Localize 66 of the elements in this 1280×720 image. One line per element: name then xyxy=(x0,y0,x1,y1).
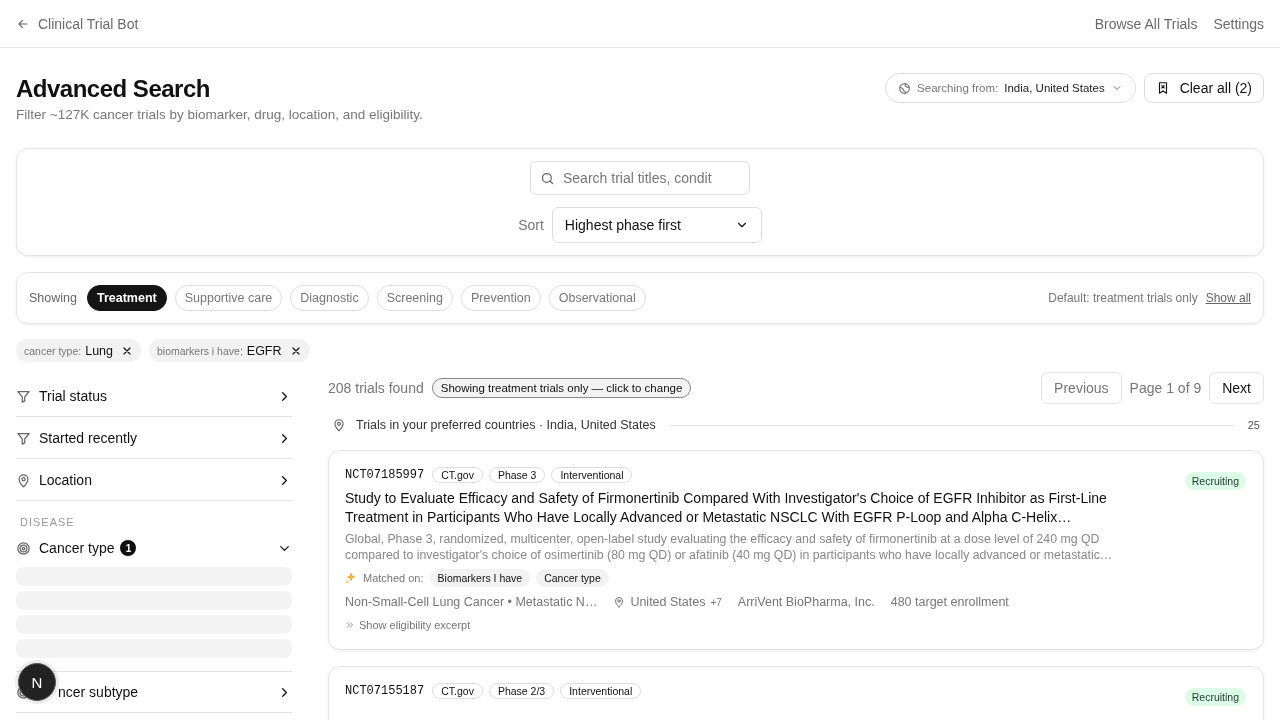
show-all-link[interactable]: Show all xyxy=(1205,291,1251,305)
trial-location: United States xyxy=(630,595,706,609)
match-chip: Biomarkers I have xyxy=(429,569,531,587)
location-value: India, United States xyxy=(1004,82,1105,94)
type-chip[interactable]: Screening xyxy=(376,285,453,311)
trial-summary: Global, Phase 3, randomized, multicenter, open-label study evaluating the efficacy and safety of firmonertinib at a dose level of 240 mg QD compared to investigator's choice of osimertinib (80 mg QD) or afatinib (40 mg QD) in participants who have locally advanced or metastatic… xyxy=(345,531,1114,563)
more-locations-count: +7 xyxy=(710,596,722,608)
sort-label: Sort xyxy=(518,217,544,233)
sparkle-icon xyxy=(345,572,357,584)
search-field[interactable]: Search trial titles, condit xyxy=(530,161,750,195)
trial-enrollment: 480 target enrollment xyxy=(890,595,1009,609)
page-subtitle: Filter ~127K cancer trials by biomarker, drug, location, and eligibility. xyxy=(16,107,423,122)
filter-label: Trial status xyxy=(39,388,107,404)
default-note: Default: treatment trials only xyxy=(1048,291,1198,305)
type-chip[interactable]: Prevention xyxy=(460,285,541,311)
matched-label: Matched on: xyxy=(363,572,424,584)
status-badge: Recruiting xyxy=(1184,688,1246,706)
globe-icon xyxy=(898,81,912,95)
app-title[interactable]: Clinical Trial Bot xyxy=(38,15,139,32)
filter-section-header[interactable]: Location xyxy=(16,460,292,501)
group-count: 25 xyxy=(1247,419,1260,431)
filter-chip[interactable]: biomarkers i have: EGFR xyxy=(149,339,310,362)
filter-section-header[interactable]: Cancer type 1 xyxy=(16,530,292,566)
filter-label: Cancer type xyxy=(39,540,115,556)
type-chip[interactable]: Observational xyxy=(548,285,646,311)
filter-section-header[interactable]: Trial status xyxy=(16,376,292,417)
floating-action-button[interactable]: N xyxy=(18,663,56,701)
filter-label: ncer subtype xyxy=(58,684,139,700)
results-count: 208 trials found xyxy=(328,380,424,396)
section-heading: DISEASE xyxy=(19,515,76,530)
search-icon xyxy=(540,171,555,186)
match-chip: Cancer type xyxy=(536,569,609,587)
previous-button[interactable]: Previous xyxy=(1041,372,1122,404)
status-badge: Recruiting xyxy=(1184,472,1246,490)
target-icon xyxy=(16,540,31,556)
filter-chip[interactable]: cancer type: Lung xyxy=(16,339,141,362)
location-pin-icon xyxy=(16,472,31,488)
double-chevron-icon xyxy=(345,620,355,630)
count-badge: 1 xyxy=(120,540,137,556)
filter-label: Started recently xyxy=(39,430,138,446)
showing-label: Showing xyxy=(29,291,77,305)
funnel-icon xyxy=(16,388,31,404)
treatment-only-notice[interactable]: Showing treatment trials only — click to change xyxy=(431,378,692,398)
page-title: Advanced Search xyxy=(16,75,211,103)
type-chip[interactable]: Treatment xyxy=(86,285,167,311)
filter-section-header[interactable]: Started recently xyxy=(16,418,292,459)
nav-link[interactable]: Settings xyxy=(1213,15,1264,32)
type-chip[interactable]: Supportive care xyxy=(174,285,283,311)
group-heading: Trials in your preferred countries · India, United States xyxy=(356,418,656,432)
filter-label: Location xyxy=(39,472,92,488)
funnel-icon xyxy=(16,430,31,446)
clear-all-button[interactable]: Clear all (2) xyxy=(1143,73,1264,103)
trial-conditions: Non-Small-Cell Lung Cancer • Metastatic N… xyxy=(345,595,598,609)
trial-title[interactable]: Study to Evaluate Efficacy and Safety of Firmonertinib Compared With Investigator's Choice of EGFR Inhibitor as First-Line Treatment in Participants Who Have Locally Advanced or Metastatic NSCLC With EGFR P-Loop and Alpha C-Helix… xyxy=(345,489,1165,527)
next-button[interactable]: Next xyxy=(1209,372,1264,404)
eligibility-toggle[interactable]: Show eligibility excerpt xyxy=(345,619,1247,631)
trial-sponsor: ArriVent BioPharma, Inc. xyxy=(737,595,875,609)
page-indicator: Page 1 of 9 xyxy=(1129,380,1202,396)
sort-dropdown[interactable]: Highest phase first xyxy=(551,207,762,243)
location-pin-icon xyxy=(332,418,346,432)
type-chip[interactable]: Diagnostic xyxy=(290,285,369,311)
nav-link[interactable]: Browse All Trials xyxy=(1094,15,1198,32)
location-label: Searching from: xyxy=(917,82,999,94)
trial-id: NCT07155187 xyxy=(345,684,425,698)
trial-id: NCT07185997 xyxy=(345,468,425,482)
location-pin-icon xyxy=(613,596,626,608)
